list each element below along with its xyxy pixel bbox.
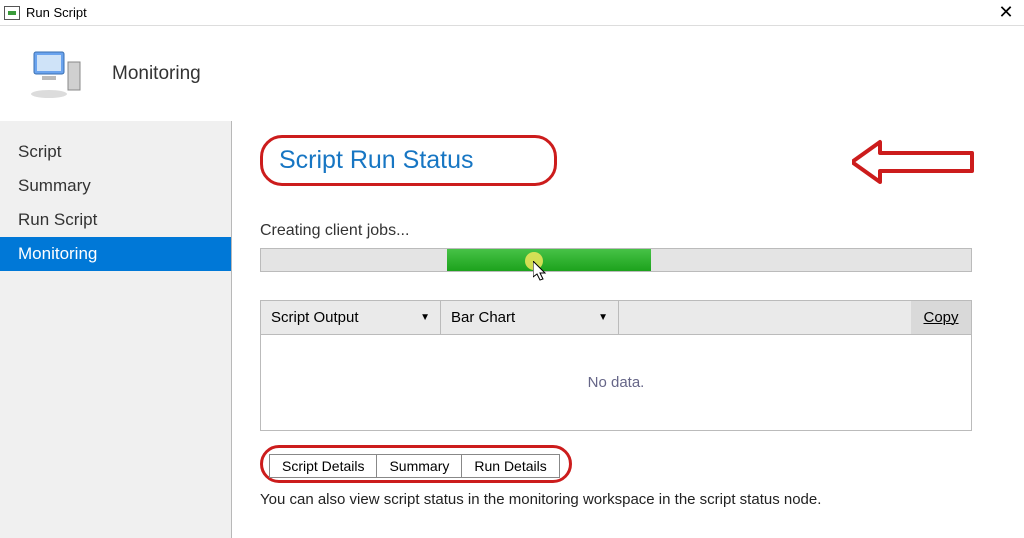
page-heading: Monitoring xyxy=(112,63,201,85)
dropdown-chart-type[interactable]: Bar Chart ▼ xyxy=(441,301,619,334)
wizard-header: Monitoring xyxy=(0,26,1024,121)
dropdown-script-output[interactable]: Script Output ▼ xyxy=(261,301,441,334)
content-area: Script Summary Run Script Monitoring Scr… xyxy=(0,121,1024,538)
app-icon xyxy=(4,6,20,20)
wizard-sidebar: Script Summary Run Script Monitoring xyxy=(0,121,232,538)
tab-summary[interactable]: Summary xyxy=(376,454,462,478)
arrow-annotation xyxy=(852,139,1002,189)
sidebar-item-script[interactable]: Script xyxy=(0,135,231,169)
close-button[interactable]: ✕ xyxy=(992,2,1020,23)
progress-status-text: Creating client jobs... xyxy=(260,222,996,240)
window-title: Run Script xyxy=(26,5,992,20)
tab-script-details[interactable]: Script Details xyxy=(269,454,377,478)
section-title: Script Run Status xyxy=(279,146,474,175)
sidebar-item-run-script[interactable]: Run Script xyxy=(0,203,231,237)
title-highlight-annotation: Script Run Status xyxy=(260,135,557,186)
footer-hint: You can also view script status in the m… xyxy=(260,491,996,508)
cursor-icon xyxy=(533,261,553,285)
copy-button[interactable]: Copy xyxy=(911,301,971,334)
tab-run-details[interactable]: Run Details xyxy=(461,454,559,478)
progress-bar xyxy=(260,248,972,272)
panel-body-no-data: No data. xyxy=(261,335,971,430)
monitor-icon xyxy=(28,46,84,102)
dropdown-label: Script Output xyxy=(271,309,359,326)
chevron-down-icon: ▼ xyxy=(420,312,430,323)
titlebar: Run Script ✕ xyxy=(0,0,1024,26)
dropdown-label: Bar Chart xyxy=(451,309,515,326)
tabs-highlight-annotation: Script Details Summary Run Details xyxy=(260,445,572,483)
sidebar-item-monitoring[interactable]: Monitoring xyxy=(0,237,231,271)
main-panel: Script Run Status Creating client jobs..… xyxy=(232,121,1024,538)
output-panel: Script Output ▼ Bar Chart ▼ Copy No data… xyxy=(260,300,972,431)
panel-toolbar: Script Output ▼ Bar Chart ▼ Copy xyxy=(261,301,971,335)
chevron-down-icon: ▼ xyxy=(598,312,608,323)
sidebar-item-summary[interactable]: Summary xyxy=(0,169,231,203)
detail-tabs: Script Details Summary Run Details xyxy=(269,454,559,478)
